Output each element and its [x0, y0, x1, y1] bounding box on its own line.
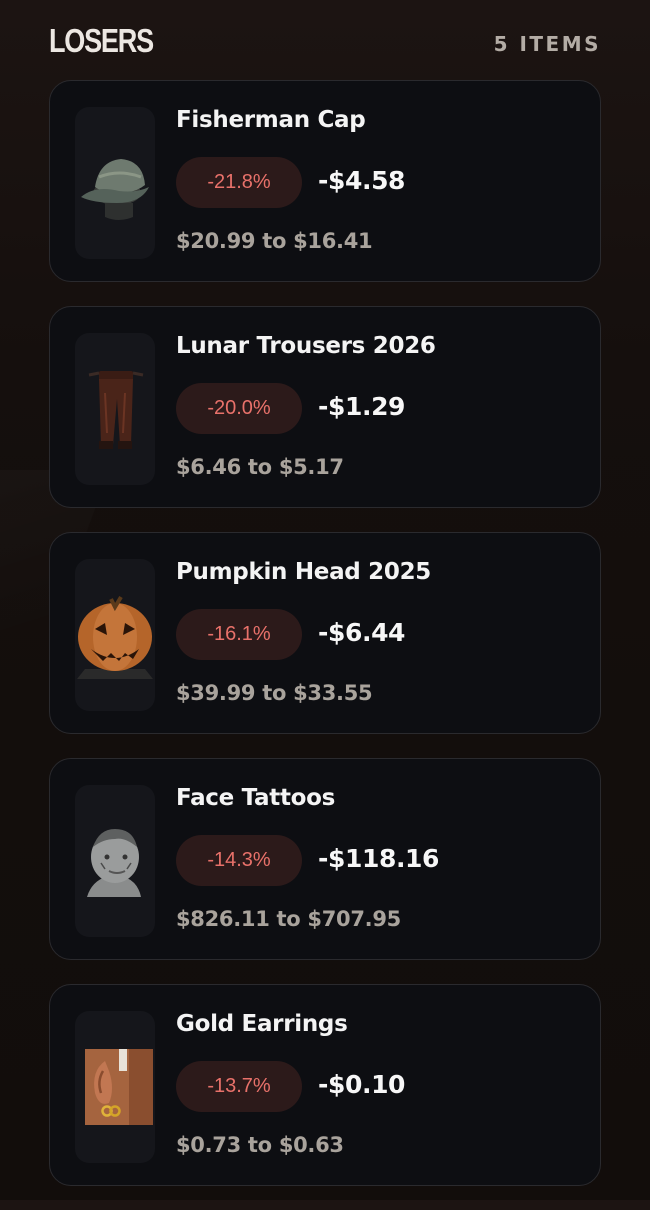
price-range: $826.11 to $707.95: [176, 907, 401, 931]
price-change: -$4.58: [318, 166, 406, 195]
price-range: $0.73 to $0.63: [176, 1133, 344, 1157]
percent-change-badge: -16.1%: [176, 609, 302, 660]
item-card-gold-earrings[interactable]: Gold Earrings -13.7% -$0.10 $0.73 to $0.…: [49, 984, 601, 1186]
face-tattoos-icon: [87, 829, 141, 897]
item-thumbnail: [75, 107, 155, 259]
price-range: $39.99 to $33.55: [176, 681, 373, 705]
fisherman-cap-icon: [81, 159, 149, 220]
price-change: -$6.44: [318, 618, 406, 647]
item-thumbnail: [75, 559, 155, 711]
trousers-icon: [88, 371, 144, 449]
price-range: $20.99 to $16.41: [176, 229, 373, 253]
percent-change-badge: -13.7%: [176, 1061, 302, 1112]
losers-list: Fisherman Cap -21.8% -$4.58 $20.99 to $1…: [49, 80, 601, 1210]
item-name: Gold Earrings: [176, 1011, 348, 1037]
item-card-lunar-trousers-2026[interactable]: Lunar Trousers 2026 -20.0% -$1.29 $6.46 …: [49, 306, 601, 508]
item-name: Lunar Trousers 2026: [176, 333, 436, 359]
percent-change-badge: -14.3%: [176, 835, 302, 886]
price-range: $6.46 to $5.17: [176, 455, 344, 479]
item-card-fisherman-cap[interactable]: Fisherman Cap -21.8% -$4.58 $20.99 to $1…: [49, 80, 601, 282]
item-card-pumpkin-head-2025[interactable]: Pumpkin Head 2025 -16.1% -$6.44 $39.99 t…: [49, 532, 601, 734]
price-change: -$1.29: [318, 392, 406, 421]
price-change: -$118.16: [318, 844, 440, 873]
percent-change-badge: -20.0%: [176, 383, 302, 434]
section-title: LOSERS: [49, 22, 154, 59]
item-thumbnail: [75, 1011, 155, 1163]
item-count: 5 ITEMS: [493, 32, 601, 56]
item-name: Fisherman Cap: [176, 107, 366, 133]
item-thumbnail: [75, 785, 155, 937]
section-header: LOSERS 5 ITEMS: [0, 18, 650, 66]
item-name: Face Tattoos: [176, 785, 336, 811]
gold-earrings-icon: [85, 1049, 153, 1125]
item-name: Pumpkin Head 2025: [176, 559, 431, 585]
item-card-face-tattoos[interactable]: Face Tattoos -14.3% -$118.16 $826.11 to …: [49, 758, 601, 960]
pumpkin-head-icon: [77, 595, 153, 679]
item-thumbnail: [75, 333, 155, 485]
price-change: -$0.10: [318, 1070, 406, 1099]
percent-change-badge: -21.8%: [176, 157, 302, 208]
